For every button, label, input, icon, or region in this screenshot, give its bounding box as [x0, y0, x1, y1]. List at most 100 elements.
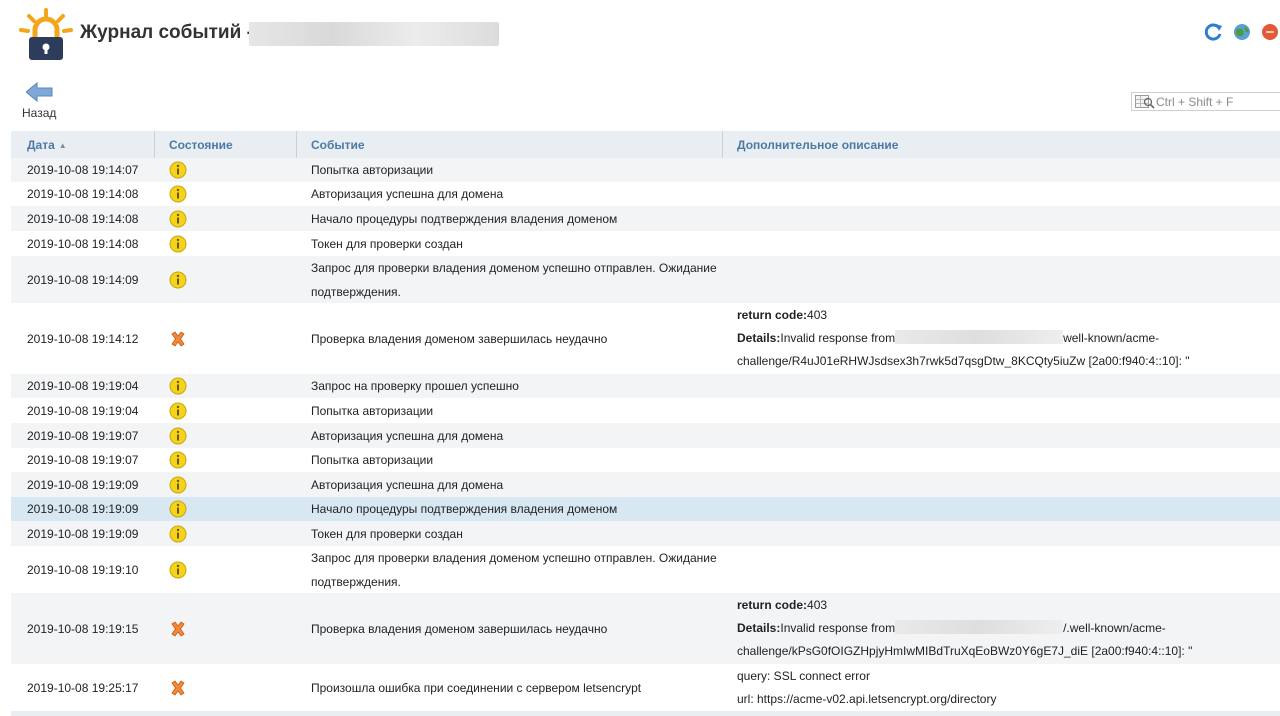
- table-row[interactable]: 2019-10-08 19:19:09 Авторизация успешна д…: [11, 472, 1280, 497]
- cell-date: 2019-10-08 19:14:08: [27, 236, 139, 251]
- table-row[interactable]: 2019-10-08 19:14:09 Запрос для проверки в…: [11, 256, 1280, 303]
- event-text: Произошла ошибка при соединении с сервер…: [311, 681, 642, 695]
- cell-event: Проверка владения доменом завершилась не…: [311, 303, 731, 374]
- column-header-event[interactable]: Событие: [311, 131, 365, 158]
- column-divider[interactable]: [154, 131, 155, 158]
- table-row[interactable]: 2019-10-08 19:19:04 Попытка авторизации: [11, 398, 1280, 423]
- table-row[interactable]: 2019-10-08 19:14:08 Токен для проверки со…: [11, 231, 1280, 256]
- cell-date: 2019-10-08 19:19:10: [27, 562, 139, 577]
- cell-event: Попытка авторизации: [311, 398, 731, 423]
- redacted-domain: [895, 620, 1064, 634]
- return-code-label: return code:: [737, 598, 808, 612]
- redacted-domain: [895, 330, 1064, 344]
- refresh-icon[interactable]: [1204, 22, 1224, 42]
- column-divider[interactable]: [296, 131, 297, 158]
- table-row[interactable]: 2019-10-08 19:19:07 Авторизация успешна д…: [11, 423, 1280, 448]
- cell-description: return code:403 Details:Invalid response …: [737, 593, 1257, 664]
- return-code-label: return code:: [737, 308, 808, 322]
- details-text: Invalid response from: [780, 331, 896, 345]
- cell-event: Проверка владения доменом завершилась не…: [311, 593, 731, 664]
- page-title: Журнал событий -: [80, 22, 253, 43]
- return-code-value: 403: [807, 308, 828, 322]
- table-row[interactable]: 2019-10-08 19:19:07 Попытка авторизации: [11, 448, 1280, 472]
- event-text: Попытка авторизации: [311, 403, 434, 418]
- column-date-label: Дата: [27, 138, 55, 152]
- cell-description: query: SSL connect error url: https://acm…: [737, 664, 1257, 712]
- cell-date: 2019-10-08 19:19:15: [27, 621, 139, 636]
- event-text: Начало процедуры подтверждения владения …: [311, 502, 618, 516]
- cell-event: Авторизация успешна для домена: [311, 472, 731, 497]
- letsencrypt-lock-logo: [19, 8, 73, 60]
- cell-event: Запрос на проверку прошел успешно: [311, 374, 731, 398]
- info-status-icon: [169, 182, 187, 206]
- event-text: Авторизация успешна для домена: [311, 428, 504, 443]
- cell-event: Произошла ошибка при соединении с сервер…: [311, 664, 731, 712]
- info-status-icon: [169, 206, 187, 231]
- error-status-icon: [169, 664, 187, 712]
- column-header-date[interactable]: Дата ▲: [27, 131, 67, 158]
- info-status-icon: [169, 256, 187, 303]
- error-status-icon: [169, 593, 187, 664]
- search-input[interactable]: [1156, 93, 1280, 110]
- table-row[interactable]: 2019-10-08 19:19:09 Начало процедуры подт…: [11, 497, 1280, 521]
- table-row[interactable]: 2019-10-08 19:14:08 Авторизация успешна д…: [11, 182, 1280, 206]
- table-row[interactable]: 2019-10-08 19:14:07 Попытка авторизации: [11, 158, 1280, 182]
- return-code-value: 403: [807, 598, 828, 612]
- cell-event: Начало процедуры подтверждения владения …: [311, 497, 731, 521]
- cell-description: return code:403 Details:Invalid response …: [737, 303, 1257, 374]
- top-icon-bar: [1204, 22, 1280, 42]
- cell-date: 2019-10-08 19:14:07: [27, 163, 139, 177]
- info-status-icon: [169, 448, 187, 472]
- info-status-icon: [169, 521, 187, 546]
- event-text: Проверка владения доменом завершилась не…: [311, 331, 608, 346]
- event-text: Запрос на проверку прошел успешно: [311, 379, 519, 393]
- info-status-icon: [169, 398, 187, 423]
- column-header-state[interactable]: Состояние: [169, 131, 233, 158]
- event-text: Токен для проверки создан: [311, 236, 463, 251]
- description-line: url: https://acme-v02.api.letsencrypt.or…: [737, 692, 997, 706]
- search-grid-icon: [1135, 95, 1155, 109]
- search-box[interactable]: [1131, 92, 1280, 111]
- event-text: Авторизация успешна для домена: [311, 477, 504, 492]
- event-text: Запрос для проверки владения доменом усп…: [311, 260, 717, 299]
- cell-date: 2019-10-08 19:14:08: [27, 211, 139, 226]
- page-header: Журнал событий -: [0, 0, 1280, 78]
- sort-ascending-icon: ▲: [58, 141, 67, 150]
- details-label: Details:: [737, 621, 781, 635]
- table-footer-bar: [11, 711, 1280, 716]
- details-label: Details:: [737, 331, 781, 345]
- cell-date: 2019-10-08 19:19:07: [27, 453, 139, 467]
- cell-event: Попытка авторизации: [311, 158, 731, 182]
- table-row[interactable]: 2019-10-08 19:19:04 Запрос на проверку пр…: [11, 374, 1280, 398]
- table-row[interactable]: 2019-10-08 19:19:10 Запрос для проверки в…: [11, 546, 1280, 593]
- cell-date: 2019-10-08 19:19:09: [27, 477, 139, 492]
- info-status-icon: [169, 158, 187, 182]
- cell-date: 2019-10-08 19:14:08: [27, 187, 139, 201]
- table-row[interactable]: 2019-10-08 19:14:12 Проверка владения дом…: [11, 303, 1280, 374]
- cell-date: 2019-10-08 19:19:07: [27, 428, 139, 443]
- details-path: well-known/acme-: [1063, 331, 1160, 345]
- error-status-icon: [169, 303, 187, 374]
- close-icon[interactable]: [1260, 22, 1280, 42]
- cell-event: Авторизация успешна для домена: [311, 182, 731, 206]
- event-text: Авторизация успешна для домена: [311, 187, 504, 201]
- column-header-description[interactable]: Дополнительное описание: [737, 131, 898, 158]
- cell-event: Токен для проверки создан: [311, 521, 731, 546]
- cell-event: Попытка авторизации: [311, 448, 731, 472]
- column-divider[interactable]: [722, 131, 723, 158]
- event-text: Начало процедуры подтверждения владения …: [311, 211, 618, 226]
- table-row[interactable]: 2019-10-08 19:19:15 Проверка владения дом…: [11, 593, 1280, 664]
- table-row[interactable]: 2019-10-08 19:25:17 Произошла ошибка при …: [11, 664, 1280, 712]
- info-status-icon: [169, 374, 187, 398]
- details-path: /.well-known/acme-: [1063, 621, 1166, 635]
- table-body: 2019-10-08 19:14:07 Попытка авторизации 20…: [11, 158, 1280, 712]
- table-header: Дата ▲ Состояние Событие Дополнительное о…: [11, 131, 1280, 158]
- back-arrow-icon: [26, 82, 53, 102]
- details-continuation: challenge/kPsG0fOIGZHpjyHmIwMIBdTruXqEoB…: [737, 644, 1193, 658]
- event-text: Попытка авторизации: [311, 453, 434, 467]
- table-row[interactable]: 2019-10-08 19:14:08 Начало процедуры подт…: [11, 206, 1280, 231]
- details-continuation: challenge/R4uJ01eRHWJsdsex3h7rwk5d7qsgDt…: [737, 354, 1190, 368]
- globe-icon[interactable]: [1232, 22, 1252, 42]
- back-button[interactable]: Назад: [20, 82, 60, 122]
- table-row[interactable]: 2019-10-08 19:19:09 Токен для проверки со…: [11, 521, 1280, 546]
